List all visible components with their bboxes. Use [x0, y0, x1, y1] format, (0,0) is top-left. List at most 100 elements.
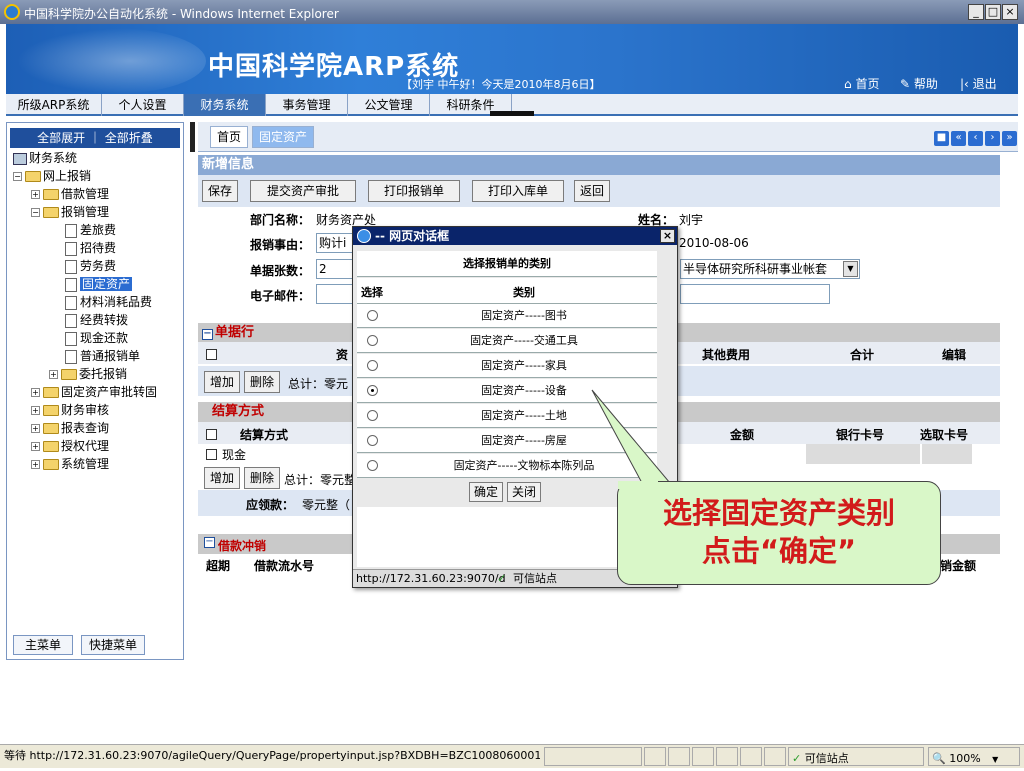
page-icon: [65, 349, 77, 364]
expand-icon: +: [49, 370, 58, 379]
collapse-box-icon[interactable]: −: [202, 329, 213, 340]
extra-input[interactable]: [680, 284, 830, 304]
main-menu-tab[interactable]: 主菜单: [13, 635, 73, 655]
home-link[interactable]: ⌂ 首页: [844, 75, 879, 92]
tree-item-asset-approval[interactable]: + 固定资产审批转固: [31, 383, 157, 401]
minimize-button[interactable]: _: [968, 4, 984, 20]
collapse-box-icon[interactable]: −: [204, 537, 215, 548]
logout-link[interactable]: |‹ 退出: [960, 75, 997, 92]
loan-col-serial: 借款流水号: [254, 559, 315, 573]
option-radio[interactable]: [367, 435, 378, 446]
instruction-callout: 选择固定资产类别 点击“确定”: [617, 481, 941, 585]
back-button[interactable]: 返回: [574, 180, 610, 202]
prev-page-icon[interactable]: ‹: [968, 131, 983, 146]
pane-splitter[interactable]: [190, 122, 195, 152]
close-window-button[interactable]: ×: [1002, 4, 1018, 20]
status-zone: ✓ 可信站点: [788, 747, 924, 766]
card-number-cell[interactable]: [806, 444, 920, 464]
tree-item-materials[interactable]: 材料消耗品费: [65, 293, 152, 311]
option-radio-selected[interactable]: [367, 385, 378, 396]
callout-joint-fill: [618, 481, 658, 489]
tree-item-fixed-assets[interactable]: 固定资产: [65, 275, 133, 293]
shortcut-menu-tab[interactable]: 快捷菜单: [81, 635, 145, 655]
count-label: 单据张数：: [250, 264, 311, 278]
menu-tab-arp[interactable]: 所级ARP系统: [6, 94, 102, 116]
tree-item-auth-proxy[interactable]: + 授权代理: [31, 437, 109, 455]
maximize-button[interactable]: □: [985, 4, 1001, 20]
folder-icon: [25, 171, 41, 182]
tab-home[interactable]: 首页: [210, 126, 249, 148]
detail-select-all-checkbox[interactable]: [206, 347, 217, 361]
callout-joint: [618, 481, 658, 489]
settlement-delete-button[interactable]: 删除: [244, 467, 280, 489]
tree-item-travel[interactable]: 差旅费: [65, 221, 116, 239]
reason-input[interactable]: 购计i: [316, 233, 356, 253]
folder-icon: [43, 387, 59, 398]
tree-item-online-reimburse[interactable]: − 网上报销: [13, 167, 91, 185]
tree-root[interactable]: 财务系统: [13, 149, 77, 167]
help-link[interactable]: ✎ 帮助: [900, 75, 938, 92]
loan-col-overdue: 超期: [206, 559, 231, 573]
print-form-button[interactable]: 打印报销单: [368, 180, 460, 202]
tree-item-loan-mgmt[interactable]: + 借款管理: [31, 185, 109, 203]
first-page-icon[interactable]: «: [951, 131, 966, 146]
stop-icon[interactable]: ■: [934, 131, 949, 146]
option-radio[interactable]: [367, 410, 378, 421]
tree-item-system-mgmt[interactable]: + 系统管理: [31, 455, 109, 473]
detail-delete-button[interactable]: 删除: [244, 371, 280, 393]
email-input[interactable]: [316, 284, 356, 304]
tab-fixed-assets[interactable]: 固定资产: [252, 126, 315, 148]
globe-logo-icon: [16, 28, 206, 94]
status-text: 等待 http://172.31.60.23:9070/agileQuery/Q…: [4, 749, 540, 762]
dialog-ok-button[interactable]: 确定: [469, 482, 503, 502]
dialog-option-row[interactable]: 固定资产-----家具: [357, 354, 657, 378]
option-radio[interactable]: [367, 310, 378, 321]
last-page-icon[interactable]: »: [1002, 131, 1017, 146]
menu-toggle-handle[interactable]: [490, 111, 534, 116]
next-page-icon[interactable]: ›: [985, 131, 1000, 146]
pick-card-cell[interactable]: [922, 444, 972, 464]
dialog-option-row[interactable]: 固定资产-----图书: [357, 304, 657, 328]
tree-item-general-form[interactable]: 普通报销单: [65, 347, 140, 365]
folder-icon: [61, 369, 77, 380]
status-progress: [544, 747, 642, 766]
settlement-add-button[interactable]: 增加: [204, 467, 240, 489]
settlement-total: 总计：零元整: [284, 473, 357, 487]
option-radio[interactable]: [367, 460, 378, 471]
zoom-icon: 🔍: [932, 752, 946, 765]
dialog-close-button[interactable]: 关闭: [507, 482, 541, 502]
dialog-close-icon[interactable]: ×: [660, 229, 675, 243]
help-icon: ✎: [900, 77, 914, 91]
tree-item-entertainment[interactable]: 招待费: [65, 239, 116, 257]
tree-item-cash-repay[interactable]: 现金还款: [65, 329, 128, 347]
tree-item-labor[interactable]: 劳务费: [65, 257, 116, 275]
menu-tab-affairs[interactable]: 事务管理: [266, 94, 348, 116]
chevron-down-icon[interactable]: ▼: [843, 261, 858, 277]
content-tab-strip: 首页 固定资产 ■ « ‹ › »: [198, 122, 1018, 152]
ie-icon: [4, 4, 20, 20]
detail-col-total: 合计: [850, 348, 875, 362]
menu-tab-finance[interactable]: 财务系统: [184, 94, 266, 116]
count-input[interactable]: 2: [316, 259, 356, 279]
zoom-control[interactable]: 🔍 100% ▼: [928, 747, 1020, 766]
tree-item-fund-transfer[interactable]: 经费转拨: [65, 311, 128, 329]
tree-item-finance-audit[interactable]: + 财务审核: [31, 401, 109, 419]
submit-approval-button[interactable]: 提交资产审批: [250, 180, 356, 202]
option-radio[interactable]: [367, 335, 378, 346]
detail-add-button[interactable]: 增加: [204, 371, 240, 393]
menu-tab-documents[interactable]: 公文管理: [348, 94, 430, 116]
print-receipt-button[interactable]: 打印入库单: [472, 180, 564, 202]
account-select[interactable]: 半导体研究所科研事业帐套 ▼: [680, 259, 860, 279]
ie-icon: [357, 229, 371, 243]
dialog-option-row[interactable]: 固定资产-----交通工具: [357, 329, 657, 353]
expand-collapse-all[interactable]: 全部展开 ｜ 全部折叠: [10, 128, 180, 148]
tree-item-delegated[interactable]: + 委托报销: [49, 365, 127, 383]
option-radio[interactable]: [367, 360, 378, 371]
tree-item-report-query[interactable]: + 报表查询: [31, 419, 109, 437]
settlement-select-all-checkbox[interactable]: [206, 427, 217, 441]
menu-tab-personal[interactable]: 个人设置: [102, 94, 184, 116]
tree-item-reimburse-mgmt[interactable]: − 报销管理: [31, 203, 109, 221]
cash-checkbox[interactable]: [206, 447, 217, 461]
save-button[interactable]: 保存: [202, 180, 238, 202]
folder-icon: [43, 441, 59, 452]
